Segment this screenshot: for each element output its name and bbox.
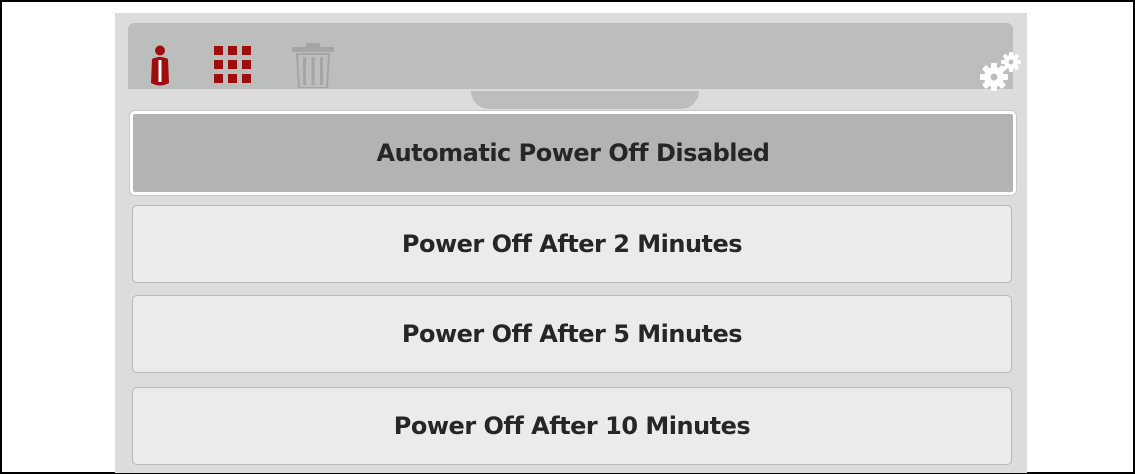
option-label: Automatic Power Off Disabled bbox=[376, 139, 770, 167]
device-screen: Automatic Power Off Disabled Power Off A… bbox=[115, 13, 1027, 473]
option-label: Power Off After 2 Minutes bbox=[401, 230, 743, 258]
option-power-off-5-minutes[interactable]: Power Off After 5 Minutes bbox=[132, 295, 1012, 373]
grid-icon[interactable] bbox=[214, 46, 251, 83]
option-power-off-10-minutes[interactable]: Power Off After 10 Minutes bbox=[132, 387, 1012, 465]
option-power-off-2-minutes[interactable]: Power Off After 2 Minutes bbox=[132, 205, 1012, 283]
window-frame: Automatic Power Off Disabled Power Off A… bbox=[0, 0, 1135, 474]
toolbar bbox=[128, 23, 1021, 109]
toolbar-pull-tab[interactable] bbox=[471, 91, 699, 109]
settings-gears-icon[interactable] bbox=[976, 51, 1024, 91]
trash-icon bbox=[292, 43, 334, 88]
info-icon[interactable] bbox=[149, 44, 171, 89]
option-power-off-disabled[interactable]: Automatic Power Off Disabled bbox=[130, 111, 1016, 195]
option-label: Power Off After 10 Minutes bbox=[393, 412, 751, 440]
option-label: Power Off After 5 Minutes bbox=[401, 320, 743, 348]
